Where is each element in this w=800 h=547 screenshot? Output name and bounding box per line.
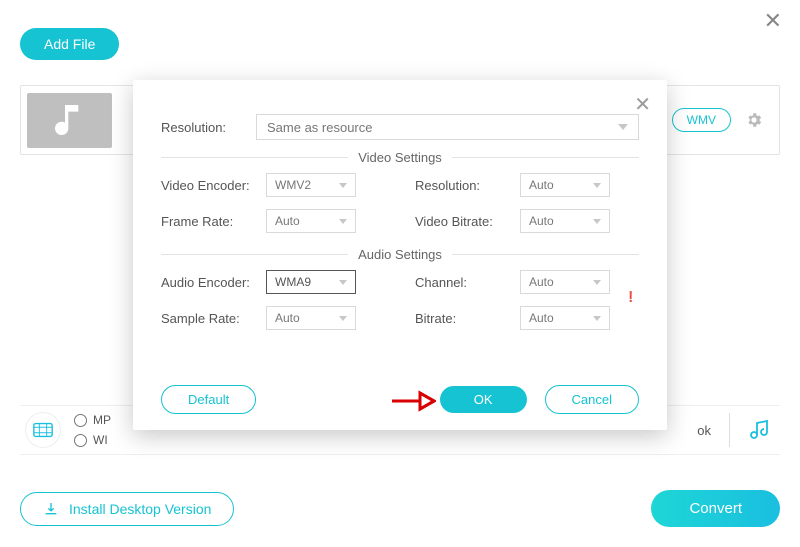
format-radio-label: MP [93,413,111,427]
audio-encoder-select[interactable]: WMA9 [266,270,356,294]
audio-encoder-label: Audio Encoder: [161,275,266,290]
resolution-main-label: Resolution: [161,120,256,135]
music-note-icon [50,100,90,140]
format-radio-list: MP WI [74,413,111,447]
audio-category-icon[interactable] [748,418,772,442]
default-button[interactable]: Default [161,385,256,414]
chevron-down-icon [593,183,601,188]
modal-close-icon[interactable]: ✕ [634,92,651,117]
format-badge[interactable]: WMV [672,108,731,132]
video-resolution-select[interactable]: Auto [520,173,610,197]
video-bitrate-value: Auto [529,214,554,228]
channel-select[interactable]: Auto [520,270,610,294]
chevron-down-icon [339,219,347,224]
video-bitrate-select[interactable]: Auto [520,209,610,233]
install-desktop-label: Install Desktop Version [69,501,211,517]
frame-rate-value: Auto [275,214,300,228]
audio-bitrate-select[interactable]: Auto [520,306,610,330]
video-bitrate-label: Video Bitrate: [415,214,520,229]
warning-icon: ❗ [625,292,637,303]
chevron-down-icon [339,280,347,285]
file-thumbnail [27,93,112,148]
window-close-icon[interactable]: ✕ [764,8,782,34]
chevron-down-icon [618,124,628,130]
audio-bitrate-label: Bitrate: [415,311,520,326]
install-desktop-button[interactable]: Install Desktop Version [20,492,234,526]
video-encoder-value: WMV2 [275,178,311,192]
resolution-main-select[interactable]: Same as resource [256,114,639,140]
audio-encoder-value: WMA9 [275,275,311,289]
chevron-down-icon [593,219,601,224]
channel-value: Auto [529,275,554,289]
gear-icon[interactable] [745,111,763,129]
sample-rate-select[interactable]: Auto [266,306,356,330]
sample-rate-value: Auto [275,311,300,325]
format-radio-wi[interactable]: WI [74,433,111,447]
audio-settings-heading: Audio Settings [161,247,639,262]
chevron-down-icon [339,316,347,321]
video-encoder-select[interactable]: WMV2 [266,173,356,197]
ok-button[interactable]: OK [440,386,527,413]
cancel-button[interactable]: Cancel [545,385,639,414]
sample-rate-label: Sample Rate: [161,311,266,326]
chevron-down-icon [593,316,601,321]
add-file-button[interactable]: Add File [20,28,119,60]
chevron-down-icon [339,183,347,188]
partial-text: ok [697,423,711,438]
format-radio-label: WI [93,433,108,447]
settings-modal: ✕ Resolution: Same as resource Video Set… [133,80,667,430]
frame-rate-select[interactable]: Auto [266,209,356,233]
footer: Install Desktop Version Convert [20,490,780,527]
video-resolution-label: Resolution: [415,178,520,193]
channel-label: Channel: [415,275,520,290]
chevron-down-icon [593,280,601,285]
video-category-icon[interactable] [26,413,60,447]
convert-button[interactable]: Convert [651,490,780,527]
frame-rate-label: Frame Rate: [161,214,266,229]
video-resolution-value: Auto [529,178,554,192]
download-icon [43,501,59,517]
audio-bitrate-value: Auto [529,311,554,325]
video-settings-heading: Video Settings [161,150,639,165]
format-radio-mp[interactable]: MP [74,413,111,427]
divider [729,413,730,447]
resolution-main-value: Same as resource [267,120,373,135]
video-encoder-label: Video Encoder: [161,178,266,193]
